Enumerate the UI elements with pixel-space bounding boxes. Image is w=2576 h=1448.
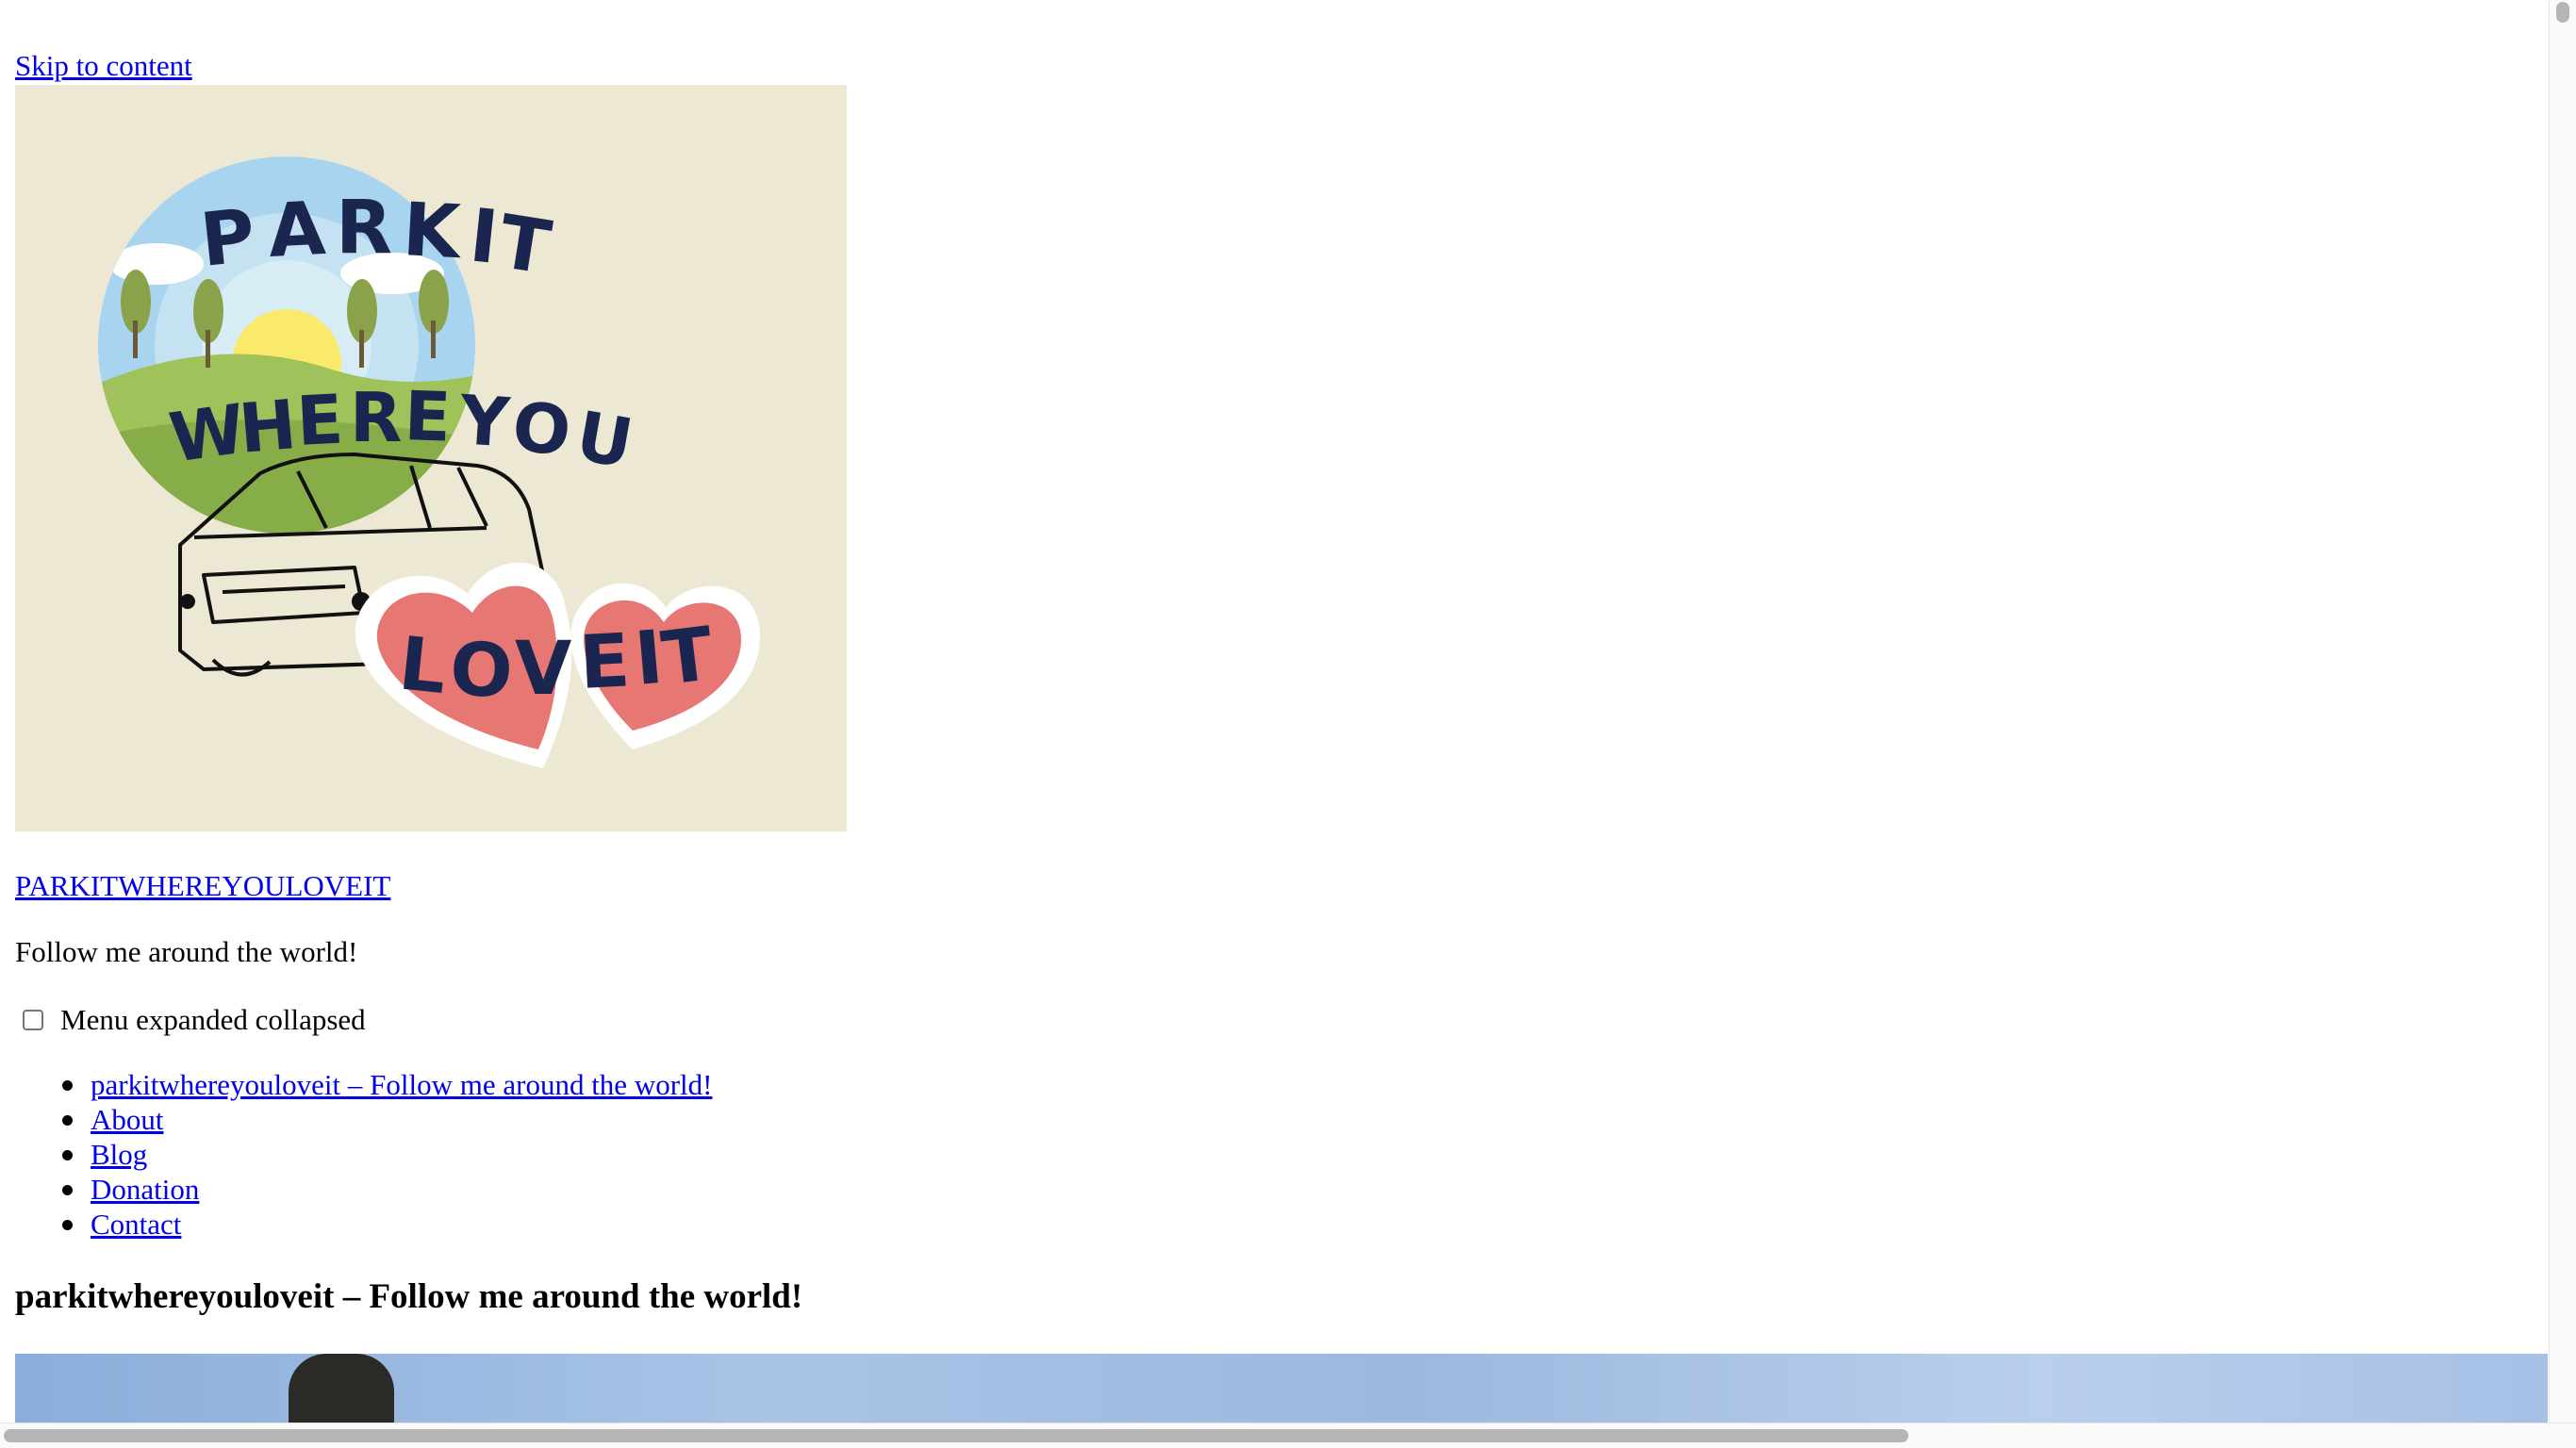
- parkit-logo-graphic: P A R K I T W H E R E Y O U L O V E I T: [98, 156, 760, 768]
- primary-navigation: parkitwhereyouloveit – Follow me around …: [15, 1067, 712, 1242]
- site-tagline: Follow me around the world!: [15, 935, 358, 968]
- menu-toggle[interactable]: Menu expanded collapsed: [15, 1001, 366, 1039]
- svg-text:T: T: [493, 200, 556, 291]
- svg-text:O: O: [508, 386, 575, 471]
- svg-text:E: E: [403, 376, 452, 457]
- nav-link-about[interactable]: About: [91, 1103, 164, 1136]
- menu-checkbox[interactable]: [23, 1010, 43, 1030]
- hero-image-pole: [289, 1354, 394, 1423]
- menu-toggle-label: Menu expanded collapsed: [60, 1003, 366, 1036]
- svg-text:Y: Y: [456, 380, 513, 463]
- svg-text:A: A: [266, 187, 327, 274]
- nav-item-home: parkitwhereyouloveit – Follow me around …: [61, 1067, 712, 1102]
- nav-item-contact: Contact: [61, 1207, 712, 1242]
- nav-item-donation: Donation: [61, 1172, 712, 1207]
- svg-text:P: P: [197, 193, 259, 283]
- site-logo[interactable]: P A R K I T W H E R E Y O U L O V E I T: [15, 85, 847, 831]
- vertical-scrollbar-thumb[interactable]: [2556, 2, 2569, 23]
- horizontal-scrollbar[interactable]: [0, 1423, 2576, 1448]
- nav-link-home[interactable]: parkitwhereyouloveit – Follow me around …: [91, 1068, 712, 1101]
- svg-text:H: H: [236, 385, 299, 469]
- svg-text:R: R: [350, 378, 402, 457]
- nav-link-blog[interactable]: Blog: [91, 1138, 147, 1171]
- svg-text:O: O: [448, 627, 515, 715]
- nav-link-donation[interactable]: Donation: [91, 1173, 199, 1206]
- page-heading: parkitwhereyouloveit – Follow me around …: [15, 1277, 803, 1316]
- nav-item-blog: Blog: [61, 1137, 712, 1172]
- svg-text:R: R: [336, 186, 392, 271]
- svg-text:T: T: [657, 612, 718, 702]
- nav-item-about: About: [61, 1102, 712, 1137]
- svg-text:L: L: [395, 621, 451, 711]
- nav-link-contact[interactable]: Contact: [91, 1208, 181, 1241]
- site-title-link[interactable]: PARKITWHEREYOULOVEIT: [15, 867, 390, 905]
- hero-image: [15, 1354, 2548, 1423]
- skip-to-content-link[interactable]: Skip to content: [15, 47, 192, 85]
- svg-text:E: E: [577, 618, 632, 706]
- vertical-scrollbar[interactable]: [2549, 0, 2576, 1423]
- svg-text:K: K: [401, 188, 465, 275]
- svg-text:U: U: [570, 396, 638, 484]
- svg-text:E: E: [294, 380, 345, 461]
- horizontal-scrollbar-thumb[interactable]: [4, 1429, 1908, 1442]
- page: Skip to content P A R K I T W H E R E Y …: [0, 0, 2576, 1448]
- svg-text:V: V: [515, 627, 571, 712]
